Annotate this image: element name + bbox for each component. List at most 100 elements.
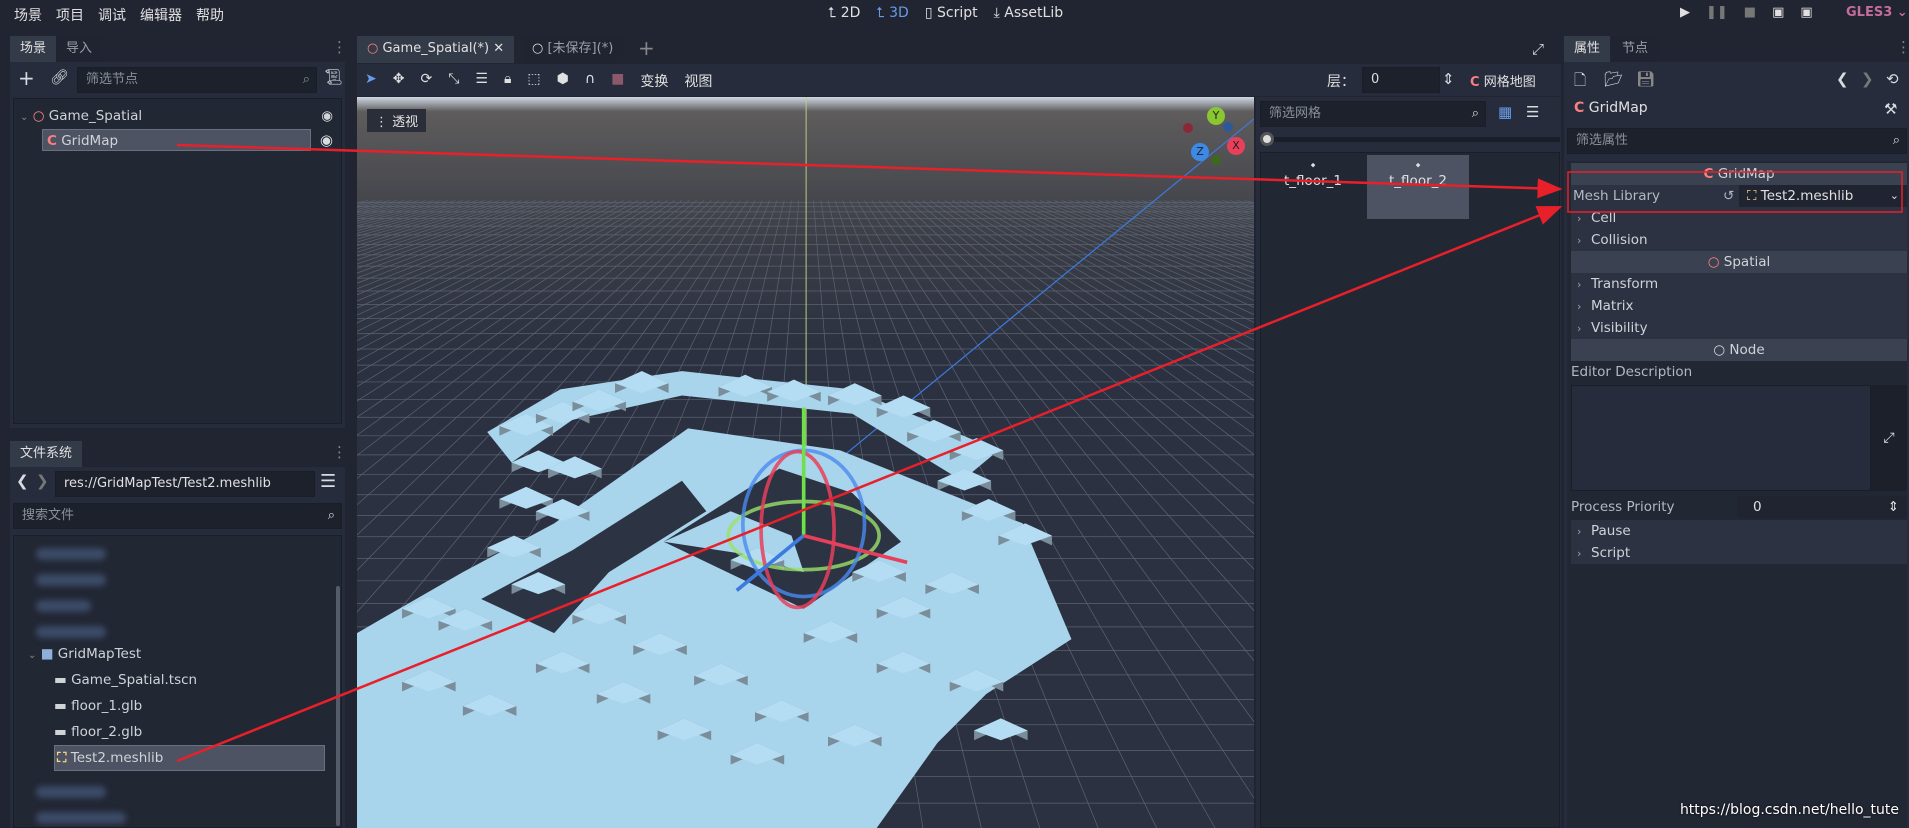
editor-description-label: Editor Description: [1571, 364, 1693, 380]
neg-y-handle[interactable]: [1211, 155, 1221, 165]
workspace-3d[interactable]: ⮤ 3D: [876, 5, 908, 21]
distraction-free-icon[interactable]: ⤢: [1532, 40, 1544, 58]
tab-game-spatial[interactable]: ○ Game_Spatial(*) ✕: [357, 36, 515, 63]
x-axis-handle[interactable]: X: [1227, 137, 1245, 155]
editor-description-textarea[interactable]: [1571, 385, 1871, 491]
tab-scene[interactable]: 场景: [10, 36, 57, 62]
save-icon[interactable]: 💾︎: [1636, 70, 1655, 88]
open-icon[interactable]: 📂︎: [1604, 70, 1623, 88]
section-cell[interactable]: › Cell: [1571, 207, 1907, 229]
group-icon[interactable]: ⬚: [527, 71, 540, 91]
rotate-tool-icon[interactable]: ⟳: [420, 71, 432, 91]
pause-icon[interactable]: ❚❚: [1706, 5, 1728, 20]
snap-icon[interactable]: ∩: [585, 71, 595, 91]
gridmap-menu[interactable]: C 网格地图: [1470, 71, 1536, 90]
thumbnail-view-icon[interactable]: ▦: [1498, 103, 1512, 121]
dock-menu-icon[interactable]: ⋮: [332, 38, 347, 56]
perspective-menu[interactable]: ⋮ 透视: [367, 109, 427, 132]
menu-help[interactable]: 帮助: [196, 8, 224, 24]
zoom-slider[interactable]: [1260, 132, 1560, 146]
play-custom-icon[interactable]: ▣: [1800, 5, 1812, 20]
revert-icon[interactable]: ↺: [1723, 185, 1734, 207]
3d-viewport[interactable]: ⋮ 透视 Y X Z: [357, 97, 1254, 828]
filter-nodes-input[interactable]: 筛选节点 ⌕: [77, 67, 317, 93]
layer-spinbox[interactable]: 0: [1362, 67, 1440, 93]
renderer-select[interactable]: GLES3 ⌄: [1846, 5, 1908, 20]
mesh-item[interactable]: ⬩ t_floor_1: [1265, 155, 1361, 219]
forward-icon[interactable]: ❯: [36, 472, 49, 490]
section-pause[interactable]: › Pause: [1571, 520, 1907, 542]
tab-filesystem[interactable]: 文件系统: [10, 441, 83, 467]
mesh-library-picker[interactable]: ⛶ Test2.meshlib ⌄: [1739, 185, 1907, 207]
section-collision[interactable]: › Collision: [1571, 229, 1907, 251]
folder-gridmaptest[interactable]: ⌄ ■ GridMapTest: [14, 643, 341, 665]
section-visibility[interactable]: › Visibility: [1571, 317, 1907, 339]
transform-menu[interactable]: 变换: [640, 71, 668, 91]
camera-icon[interactable]: ■: [611, 71, 624, 91]
tab-import[interactable]: 导入: [56, 36, 103, 62]
filter-meshes-input[interactable]: 筛选网格 ⌕: [1260, 101, 1486, 127]
menu-debug[interactable]: 调试: [98, 8, 126, 24]
search-files-input[interactable]: 搜索文件 ⌕: [13, 503, 342, 529]
section-transform[interactable]: › Transform: [1571, 273, 1907, 295]
tab-unsaved[interactable]: ○ [未保存](*): [522, 36, 624, 63]
neg-z-handle[interactable]: [1223, 122, 1233, 132]
tab-inspector[interactable]: 属性: [1564, 36, 1611, 62]
tree-item-gridmap[interactable]: C GridMap: [42, 129, 311, 151]
visibility-icon[interactable]: ◉: [320, 131, 333, 149]
section-matrix[interactable]: › Matrix: [1571, 295, 1907, 317]
process-priority-spinbox[interactable]: 0 ⇕: [1737, 496, 1907, 518]
lock-icon[interactable]: 🔒︎: [504, 71, 511, 91]
new-tab-icon[interactable]: +: [638, 36, 655, 60]
local-space-icon[interactable]: ⬢: [557, 71, 569, 91]
inspected-object[interactable]: C GridMap: [1574, 100, 1648, 116]
mesh-item-selected[interactable]: ⬩ t_floor_2: [1367, 155, 1469, 219]
add-node-icon[interactable]: +: [18, 66, 35, 90]
file-item-selected[interactable]: ⛶ Test2.meshlib: [54, 745, 325, 771]
z-axis-handle[interactable]: Z: [1191, 143, 1209, 161]
filter-properties-input[interactable]: 筛选属性 ⌕: [1567, 128, 1907, 154]
close-icon[interactable]: ✕: [493, 41, 504, 56]
workspace-script[interactable]: ▯ Script: [925, 5, 978, 21]
link-icon[interactable]: 🔗︎: [50, 68, 69, 86]
spin-arrows-icon[interactable]: ⇕: [1442, 70, 1455, 88]
new-resource-icon[interactable]: 🗋︎: [1574, 70, 1586, 95]
list-view-icon[interactable]: ☰: [1526, 103, 1539, 121]
file-item[interactable]: ▬ floor_2.glb: [14, 721, 341, 743]
move-tool-icon[interactable]: ✥: [393, 71, 405, 91]
file-item[interactable]: ▬ floor_1.glb: [14, 695, 341, 717]
history-icon[interactable]: ⟲: [1886, 70, 1899, 88]
object-tools-icon[interactable]: ⚒: [1884, 100, 1897, 118]
stop-icon[interactable]: ■: [1744, 5, 1756, 20]
menu-scene[interactable]: 场景: [14, 8, 42, 24]
menu-project[interactable]: 项目: [56, 8, 84, 24]
scale-tool-icon[interactable]: ⤡: [448, 71, 459, 91]
play-icon[interactable]: ▶: [1680, 5, 1690, 20]
dock-menu-icon[interactable]: ⋮: [332, 443, 347, 461]
menu-editor[interactable]: 编辑器: [140, 8, 182, 24]
tree-item-game-spatial[interactable]: ⌄ ○ Game_Spatial ◉: [14, 105, 341, 127]
neg-x-handle[interactable]: [1183, 123, 1193, 133]
workspace-2d[interactable]: ⮤ 2D: [828, 5, 860, 21]
visibility-icon[interactable]: ◉: [321, 105, 333, 127]
workspace-assetlib[interactable]: ⤓ AssetLib: [994, 5, 1064, 21]
expand-icon[interactable]: ⤢: [1871, 385, 1907, 491]
slider-handle[interactable]: [1260, 132, 1274, 146]
add-script-icon[interactable]: 📜︎: [324, 68, 343, 86]
axis-gizmo[interactable]: Y X Z: [1177, 107, 1247, 177]
view-menu[interactable]: 视图: [684, 71, 712, 91]
file-item[interactable]: ▬ Game_Spatial.tscn: [14, 669, 341, 691]
scrollbar[interactable]: [336, 586, 340, 826]
section-script[interactable]: › Script: [1571, 542, 1907, 564]
y-axis-handle[interactable]: Y: [1207, 107, 1225, 125]
history-back-icon[interactable]: ❮: [1836, 70, 1849, 88]
list-select-icon[interactable]: ☰: [475, 71, 488, 91]
dock-menu-icon[interactable]: ⋮: [1896, 38, 1909, 56]
back-icon[interactable]: ❮: [16, 472, 29, 490]
history-forward-icon[interactable]: ❯: [1861, 70, 1874, 88]
split-view-icon[interactable]: ☰: [320, 471, 336, 492]
path-field[interactable]: res://GridMapTest/Test2.meshlib: [55, 471, 315, 497]
play-scene-icon[interactable]: ▣: [1772, 5, 1784, 20]
tab-node[interactable]: 节点: [1612, 36, 1659, 62]
select-tool-icon[interactable]: ➤: [365, 71, 377, 91]
